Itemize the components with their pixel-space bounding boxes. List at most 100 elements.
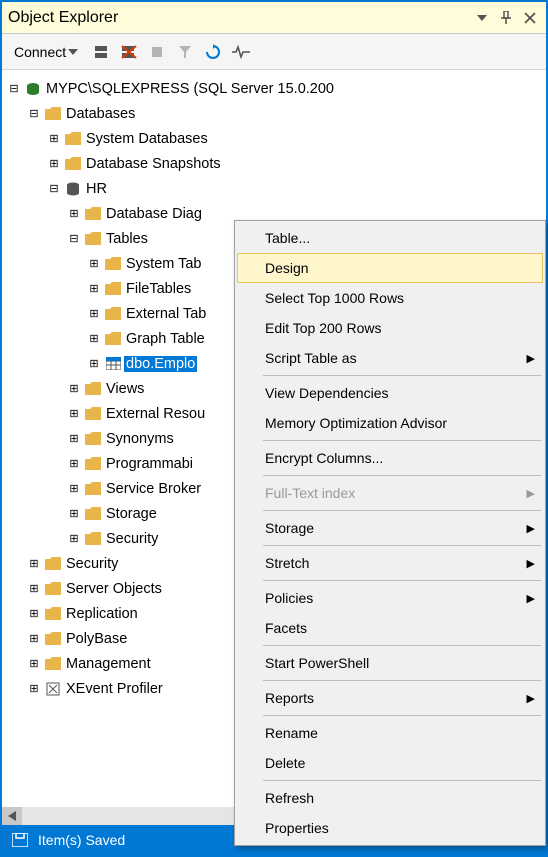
menu-select-top-1000[interactable]: Select Top 1000 Rows (237, 283, 543, 313)
expand-icon[interactable]: ⊞ (26, 631, 42, 647)
status-text: Item(s) Saved (38, 832, 125, 848)
hr-label: HR (84, 181, 109, 197)
refresh-icon[interactable] (202, 41, 224, 63)
tree-sysdb-node[interactable]: ⊞ System Databases (2, 126, 546, 151)
toolbar: Connect (2, 34, 546, 70)
status-save-icon (12, 833, 28, 847)
folder-icon (84, 530, 102, 548)
menu-delete[interactable]: Delete (237, 748, 543, 778)
folder-icon (44, 555, 62, 573)
expand-icon[interactable]: ⊞ (46, 156, 62, 172)
menu-refresh[interactable]: Refresh (237, 783, 543, 813)
expand-icon[interactable]: ⊞ (26, 606, 42, 622)
menu-start-powershell[interactable]: Start PowerShell (237, 648, 543, 678)
menu-reports[interactable]: Reports▶ (237, 683, 543, 713)
chevron-right-icon: ▶ (527, 487, 535, 500)
chevron-right-icon: ▶ (527, 352, 535, 365)
management-label: Management (64, 656, 153, 672)
connect-label: Connect (14, 44, 66, 60)
expand-icon[interactable]: ⊞ (66, 481, 82, 497)
folder-icon (84, 230, 102, 248)
tree-server-node[interactable]: ⊟ MYPC\SQLEXPRESS (SQL Server 15.0.200 (2, 76, 546, 101)
menu-separator (263, 545, 541, 546)
expand-icon[interactable]: ⊞ (86, 356, 102, 372)
expand-icon[interactable]: ⊞ (46, 131, 62, 147)
server-label: MYPC\SQLEXPRESS (SQL Server 15.0.200 (44, 81, 336, 97)
tree-snapshots-node[interactable]: ⊞ Database Snapshots (2, 151, 546, 176)
databases-label: Databases (64, 106, 137, 122)
menu-storage[interactable]: Storage▶ (237, 513, 543, 543)
chevron-right-icon: ▶ (527, 557, 535, 570)
context-menu: Table... Design Select Top 1000 Rows Edi… (234, 220, 546, 846)
expand-icon[interactable]: ⊞ (26, 656, 42, 672)
collapse-icon[interactable]: ⊟ (6, 81, 22, 97)
expand-icon[interactable]: ⊞ (86, 256, 102, 272)
menu-script-table-as[interactable]: Script Table as▶ (237, 343, 543, 373)
filetables-label: FileTables (124, 281, 193, 297)
menu-policies[interactable]: Policies▶ (237, 583, 543, 613)
connect-button[interactable]: Connect (8, 42, 84, 62)
menu-new-table[interactable]: Table... (237, 223, 543, 253)
folder-icon (64, 130, 82, 148)
expand-icon[interactable]: ⊞ (26, 556, 42, 572)
exttables-label: External Tab (124, 306, 208, 322)
expand-icon[interactable]: ⊞ (66, 406, 82, 422)
snapshots-label: Database Snapshots (84, 156, 223, 172)
collapse-icon[interactable]: ⊟ (46, 181, 62, 197)
dropdown-icon[interactable] (472, 8, 492, 28)
menu-separator (263, 680, 541, 681)
folder-icon (104, 305, 122, 323)
expand-icon[interactable]: ⊞ (26, 681, 42, 697)
folder-icon (84, 480, 102, 498)
expand-icon[interactable]: ⊞ (66, 381, 82, 397)
collapse-icon[interactable]: ⊟ (26, 106, 42, 122)
collapse-icon[interactable]: ⊟ (66, 231, 82, 247)
securitydb-label: Security (104, 531, 160, 547)
pin-icon[interactable] (496, 8, 516, 28)
replication-label: Replication (64, 606, 140, 622)
activity-monitor-icon[interactable] (230, 41, 252, 63)
scroll-left-icon[interactable] (2, 807, 22, 825)
folder-icon (44, 580, 62, 598)
expand-icon[interactable]: ⊞ (86, 306, 102, 322)
folder-icon (84, 505, 102, 523)
menu-facets[interactable]: Facets (237, 613, 543, 643)
expand-icon[interactable]: ⊞ (66, 531, 82, 547)
close-icon[interactable] (520, 8, 540, 28)
disconnect-server-icon[interactable] (118, 41, 140, 63)
xevent-label: XEvent Profiler (64, 681, 165, 697)
menu-stretch[interactable]: Stretch▶ (237, 548, 543, 578)
expand-icon[interactable]: ⊞ (66, 431, 82, 447)
chevron-right-icon: ▶ (527, 592, 535, 605)
menu-design[interactable]: Design (237, 253, 543, 283)
graphtables-label: Graph Table (124, 331, 207, 347)
tree-hr-node[interactable]: ⊟ HR (2, 176, 546, 201)
security-label: Security (64, 556, 120, 572)
table-icon (104, 355, 122, 373)
folder-icon (64, 155, 82, 173)
expand-icon[interactable]: ⊞ (66, 206, 82, 222)
polybase-label: PolyBase (64, 631, 129, 647)
menu-separator (263, 580, 541, 581)
connect-server-icon[interactable] (90, 41, 112, 63)
tables-label: Tables (104, 231, 150, 247)
expand-icon[interactable]: ⊞ (86, 331, 102, 347)
menu-encrypt-columns[interactable]: Encrypt Columns... (237, 443, 543, 473)
menu-separator (263, 715, 541, 716)
sysdb-label: System Databases (84, 131, 210, 147)
menu-memory-optimization[interactable]: Memory Optimization Advisor (237, 408, 543, 438)
expand-icon[interactable]: ⊞ (66, 456, 82, 472)
expand-icon[interactable]: ⊞ (86, 281, 102, 297)
menu-properties[interactable]: Properties (237, 813, 543, 843)
tree-databases-node[interactable]: ⊟ Databases (2, 101, 546, 126)
extres-label: External Resou (104, 406, 207, 422)
stop-icon (146, 41, 168, 63)
menu-rename[interactable]: Rename (237, 718, 543, 748)
expand-icon[interactable]: ⊞ (66, 506, 82, 522)
menu-edit-top-200[interactable]: Edit Top 200 Rows (237, 313, 543, 343)
expand-icon[interactable]: ⊞ (26, 581, 42, 597)
server-icon (24, 80, 42, 98)
folder-icon (104, 280, 122, 298)
menu-view-dependencies[interactable]: View Dependencies (237, 378, 543, 408)
folder-icon (84, 430, 102, 448)
